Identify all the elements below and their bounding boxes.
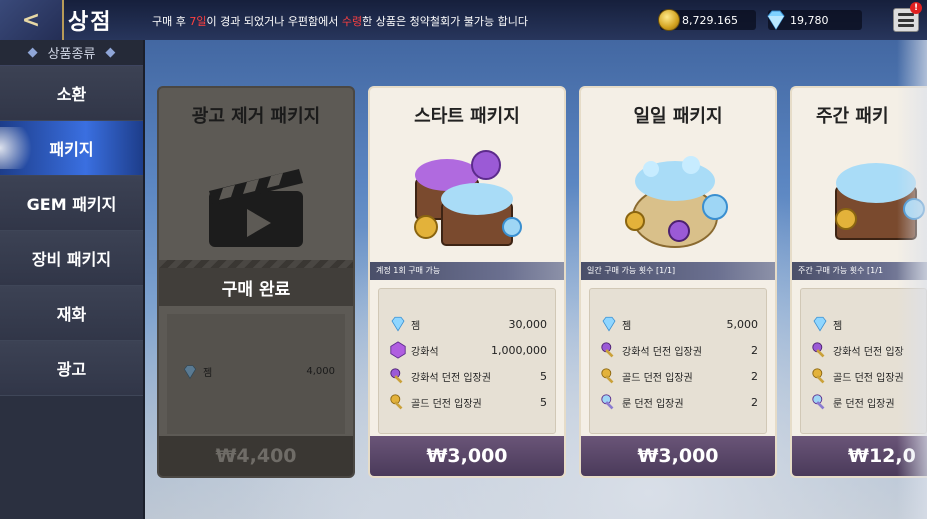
purchased-label: 구매 완료 (159, 260, 353, 306)
hamburger-icon (898, 13, 914, 16)
card-title: 일일 패키지 (633, 106, 723, 127)
back-button[interactable]: < (0, 0, 64, 40)
price-button[interactable]: ₩4,400 (159, 436, 353, 476)
rune-key-icon (812, 394, 825, 410)
list-item: 젬 30,000 (379, 311, 555, 337)
list-item: 젬 5,000 (590, 311, 766, 337)
rune-key-icon (601, 394, 614, 410)
page-title: 상점 (68, 10, 113, 35)
list-item: 강화석 1,000,000 (379, 337, 555, 363)
purchase-limit: 일간 구매 가능 횟수 [1/1] (581, 262, 775, 280)
gem-icon (813, 316, 827, 332)
purple-key-icon (601, 342, 614, 358)
list-item: 젬 4,000 (181, 364, 335, 379)
list-item: 강화석 던전 입장권 5 (379, 363, 555, 389)
package-card-start[interactable]: 스타트 패키지 계정 1회 구매 가능 젬 30,000 강화석 1,000,0… (368, 86, 566, 478)
sidebar-item-summon[interactable]: 소환 (0, 66, 143, 121)
sidebar-item-gem-package[interactable]: GEM 패키지 (0, 176, 143, 231)
gold-coin-icon (658, 9, 680, 31)
back-arrow-icon: < (21, 7, 41, 33)
category-sidebar: ◆ 상품종류 ◆ 소환 패키지 GEM 패키지 장비 패키지 재화 광고 (0, 40, 145, 519)
sidebar-item-package[interactable]: 패키지 (0, 121, 143, 176)
purple-key-icon (390, 368, 403, 384)
list-item: 강화석 던전 입장권 2 (590, 337, 766, 363)
diamond-left-icon: ◆ (27, 45, 38, 60)
scroll-fade (897, 40, 927, 519)
purchase-limit: 계정 1회 구매 가능 (370, 262, 564, 280)
gem-counter: 19,780 (767, 10, 862, 30)
card-items: 젬 30,000 강화석 1,000,000 강화석 던전 입장권 5 골드 던… (378, 288, 556, 434)
gem-icon (767, 10, 785, 30)
gem-icon (183, 364, 197, 379)
clapperboard-icon (179, 146, 333, 266)
list-item: 룬 던전 입장권 2 (590, 389, 766, 415)
gold-key-icon (601, 368, 614, 384)
notification-badge: ! (910, 2, 922, 14)
sidebar-header: ◆ 상품종류 ◆ (0, 40, 143, 66)
package-card-ad-removal[interactable]: 광고 제거 패키지 구매 완료 젬 4,000 ₩4,400 (157, 86, 355, 478)
diamond-right-icon: ◆ (105, 45, 116, 60)
list-item: 골드 던전 입장권 2 (590, 363, 766, 389)
purple-key-icon (812, 342, 825, 358)
price-button[interactable]: ₩3,000 (581, 436, 775, 476)
package-card-daily[interactable]: 일일 패키지 일간 구매 가능 횟수 [1/1] 젬 5,000 강화석 던전 … (579, 86, 777, 478)
gold-key-icon (812, 368, 825, 384)
gem-icon (602, 316, 616, 332)
list-item: 골드 던전 입장권 5 (379, 389, 555, 415)
gem-bag-icon (601, 136, 755, 256)
treasure-chest-icon (390, 136, 544, 256)
refund-notice: 구매 후 7일이 경과 되었거나 우편함에서 수령한 상품은 청약철회가 불가능… (152, 15, 528, 28)
card-items: 젬 4,000 (167, 314, 345, 434)
gem-icon (391, 316, 405, 332)
sidebar-item-currency[interactable]: 재화 (0, 286, 143, 341)
sidebar-item-equipment-package[interactable]: 장비 패키지 (0, 231, 143, 286)
card-title: 광고 제거 패키지 (191, 106, 321, 127)
sidebar-item-ads[interactable]: 광고 (0, 341, 143, 396)
gold-key-icon (390, 394, 403, 410)
card-items: 젬 5,000 강화석 던전 입장권 2 골드 던전 입장권 2 룬 던전 입장… (589, 288, 767, 434)
gold-counter: 8,729.165 (658, 9, 756, 31)
card-title: 스타트 패키지 (414, 106, 520, 127)
enhance-stone-icon (390, 341, 406, 359)
price-button[interactable]: ₩3,000 (370, 436, 564, 476)
top-bar: < 상점 구매 후 7일이 경과 되었거나 우편함에서 수령한 상품은 청약철회… (0, 0, 927, 40)
